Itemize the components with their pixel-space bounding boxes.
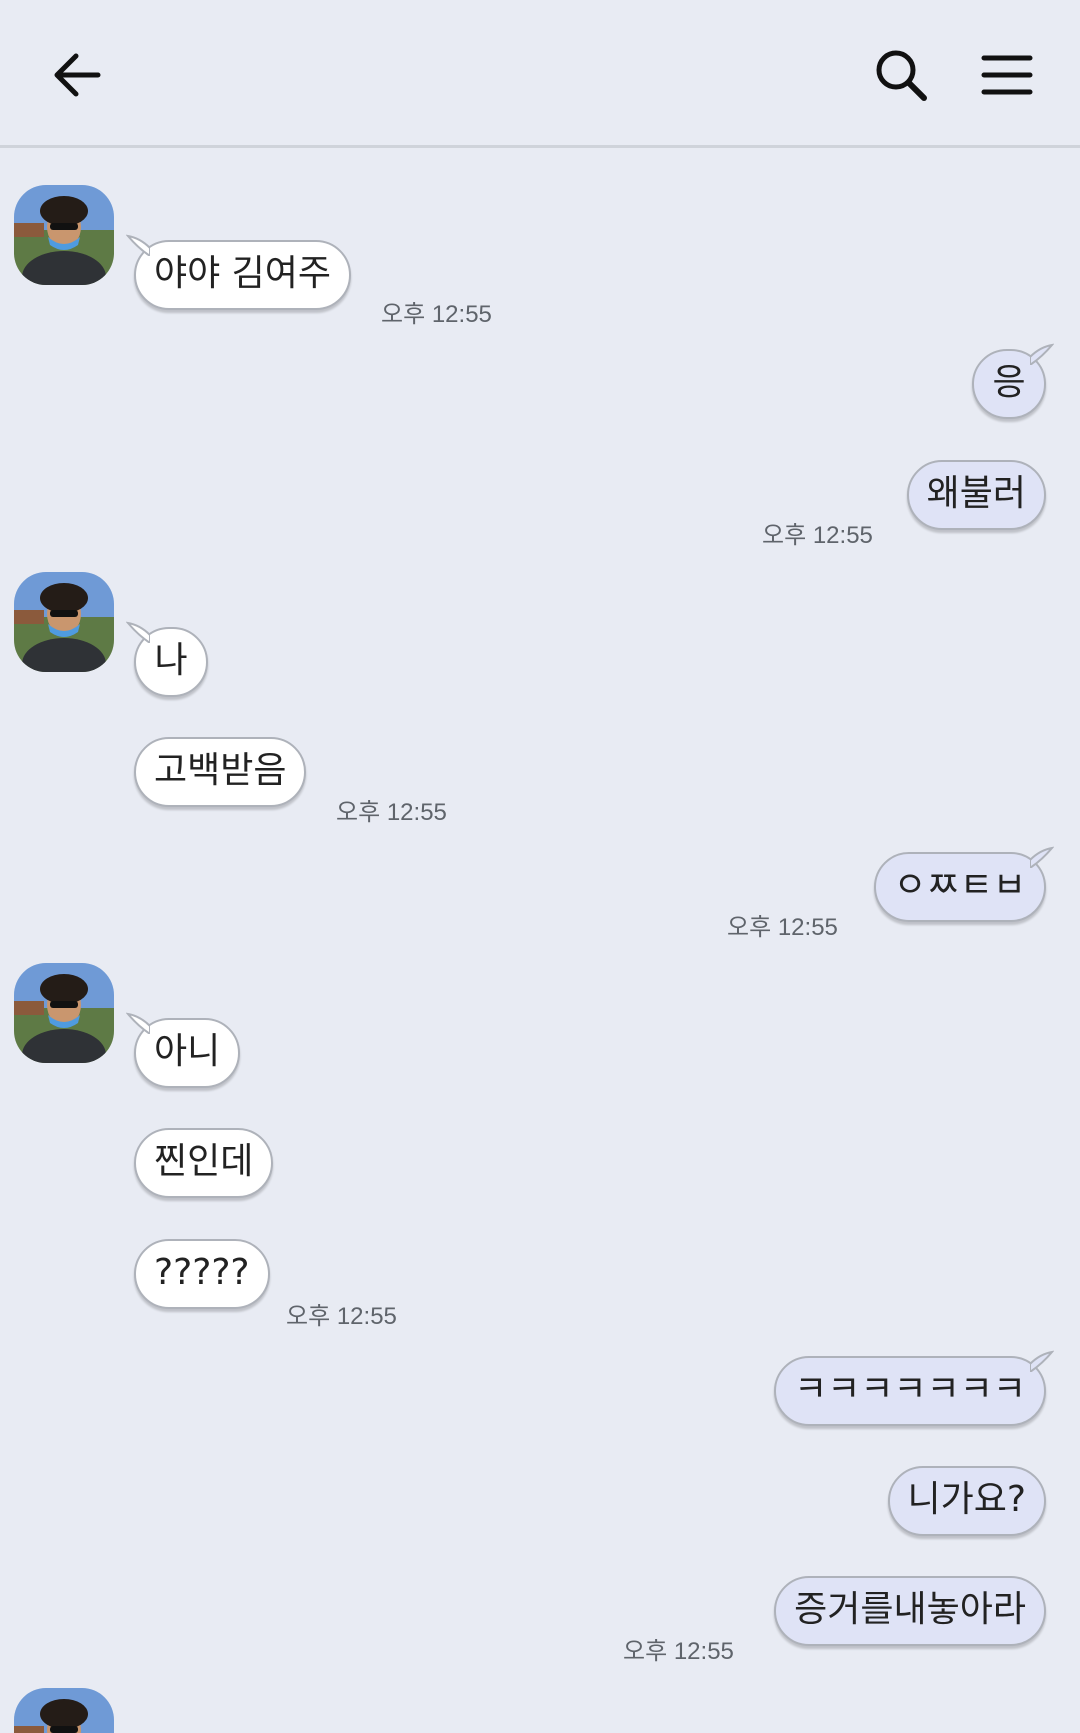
bubble-tail — [1030, 1350, 1054, 1372]
incoming-message[interactable]: 나 — [134, 627, 208, 697]
bubble-tail — [126, 621, 150, 643]
outgoing-message[interactable]: ㅋㅋㅋㅋㅋㅋㅋ — [774, 1356, 1046, 1426]
hamburger-menu-icon — [981, 55, 1033, 95]
timestamp: 오후 12:55 — [286, 1303, 397, 1330]
profile-photo — [14, 572, 114, 672]
message-text: 증거를내놓아라 — [794, 1589, 1026, 1630]
search-button[interactable] — [866, 40, 936, 110]
message-list[interactable]: 야야 김여주 오후 12:55 응 왜불러 오후 12:55 나 고백받음 오후… — [0, 148, 1080, 1733]
avatar[interactable] — [14, 963, 114, 1063]
message-text: ????? — [154, 1252, 250, 1293]
message-text: 니가요? — [907, 1479, 1026, 1520]
outgoing-message[interactable]: 니가요? — [887, 1466, 1046, 1536]
message-text: 응 — [992, 362, 1026, 403]
arrow-left-icon — [54, 53, 101, 97]
outgoing-message[interactable]: 증거를내놓아라 — [774, 1576, 1046, 1646]
timestamp: 오후 12:55 — [623, 1638, 734, 1665]
bubble-tail — [1030, 343, 1054, 365]
incoming-message[interactable]: 아니 — [134, 1018, 241, 1088]
message-text: 왜불러 — [926, 473, 1026, 514]
message-text: 찐인데 — [154, 1141, 254, 1182]
incoming-message[interactable]: 고백받음 — [134, 737, 307, 807]
avatar[interactable] — [14, 185, 114, 285]
profile-photo — [14, 963, 114, 1063]
incoming-message[interactable]: 찐인데 — [134, 1128, 274, 1198]
avatar[interactable] — [14, 1688, 114, 1733]
message-text: 아니 — [154, 1031, 221, 1072]
timestamp: 오후 12:55 — [336, 799, 447, 826]
incoming-message[interactable]: 야야 김여주 — [134, 240, 352, 310]
search-icon — [876, 50, 927, 101]
message-text: ㅋㅋㅋㅋㅋㅋㅋ — [794, 1369, 1026, 1410]
back-button[interactable] — [42, 40, 112, 110]
timestamp: 오후 12:55 — [762, 522, 873, 549]
outgoing-message[interactable]: ㅇㅉㅌㅂ — [873, 852, 1046, 922]
bubble-tail — [1030, 846, 1054, 868]
menu-button[interactable] — [972, 40, 1042, 110]
outgoing-message[interactable]: 왜불러 — [906, 460, 1046, 530]
bubble-tail — [126, 1012, 150, 1034]
profile-photo — [14, 185, 114, 285]
timestamp: 오후 12:55 — [727, 914, 838, 941]
profile-photo — [14, 1688, 114, 1733]
avatar[interactable] — [14, 572, 114, 672]
bubble-tail — [126, 234, 150, 256]
message-text: ㅇㅉㅌㅂ — [893, 865, 1026, 906]
message-text: 고백받음 — [154, 750, 287, 791]
outgoing-message[interactable]: 응 — [972, 349, 1046, 419]
message-text: 나 — [154, 640, 188, 681]
chat-header — [0, 0, 1080, 148]
timestamp: 오후 12:55 — [381, 301, 492, 328]
message-text: 야야 김여주 — [154, 253, 332, 294]
incoming-message[interactable]: ????? — [134, 1239, 270, 1309]
